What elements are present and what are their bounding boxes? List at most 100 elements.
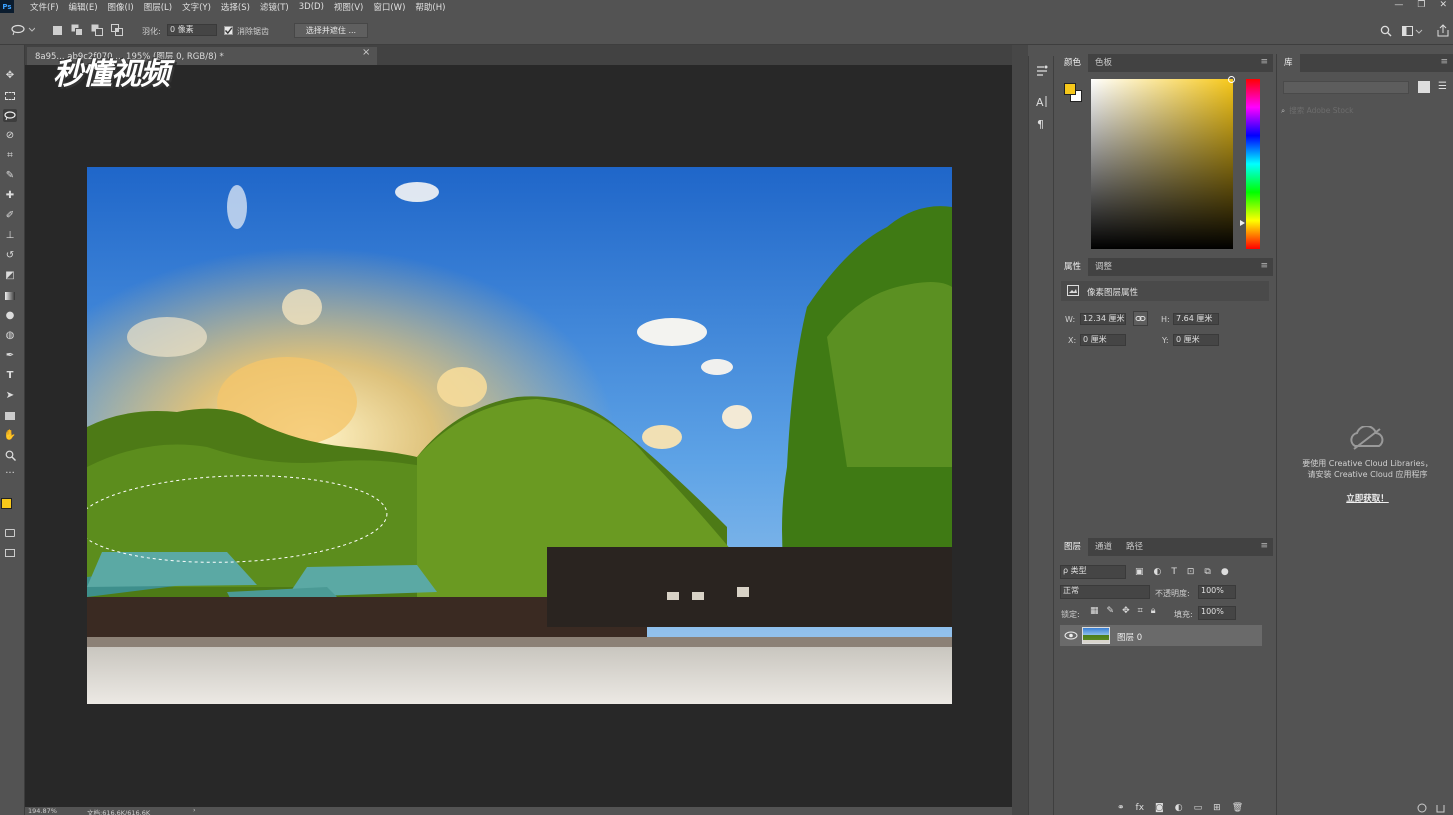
tab-color[interactable]: 颜色 xyxy=(1057,54,1089,72)
tab-adjustments[interactable]: 调整 xyxy=(1088,258,1119,276)
workspace-switcher-icon[interactable] xyxy=(1402,25,1424,37)
grid-view-icon[interactable] xyxy=(1418,81,1430,93)
tab-layers[interactable]: 图层 xyxy=(1057,538,1089,556)
hue-slider-marker-icon[interactable] xyxy=(1240,220,1245,226)
new-group-icon[interactable]: ▭ xyxy=(1194,803,1203,813)
path-selection-tool-icon[interactable]: ➤ xyxy=(3,389,17,402)
layer-row[interactable]: 图层 0 xyxy=(1060,625,1262,646)
intersect-selection-button[interactable] xyxy=(110,23,124,37)
color-field[interactable] xyxy=(1091,76,1235,249)
menu-type[interactable]: 文字(Y) xyxy=(182,1,211,13)
new-selection-button[interactable] xyxy=(51,23,63,37)
menu-edit[interactable]: 编辑(E) xyxy=(69,1,98,13)
libraries-panel-menu-icon[interactable]: ≡ xyxy=(1440,57,1448,67)
stock-search-field[interactable]: ⌕ 搜索 Adobe Stock xyxy=(1281,104,1449,117)
delete-layer-icon[interactable]: 🗑︎ xyxy=(1232,803,1243,813)
menu-3d[interactable]: 3D(D) xyxy=(299,2,324,12)
y-field[interactable]: 0 厘米 xyxy=(1173,334,1219,346)
history-panel-icon[interactable] xyxy=(1035,64,1049,78)
foreground-color-chip[interactable] xyxy=(1064,83,1076,95)
pen-tool-icon[interactable]: ✒ xyxy=(3,349,17,362)
lasso-tool-icon[interactable] xyxy=(3,109,17,122)
x-field[interactable]: 0 厘米 xyxy=(1080,334,1126,346)
properties-panel-menu-icon[interactable]: ≡ xyxy=(1260,261,1268,271)
select-and-mask-button[interactable]: 选择并遮住 ... xyxy=(294,23,368,38)
menu-image[interactable]: 图像(I) xyxy=(108,1,134,13)
layer-filter-select[interactable]: ρ 类型 xyxy=(1060,565,1126,579)
lock-transparency-icon[interactable]: ▦ xyxy=(1090,606,1099,616)
lock-artboard-icon[interactable]: ⌗ xyxy=(1138,606,1143,616)
rectangle-tool-icon[interactable] xyxy=(3,409,17,422)
history-brush-tool-icon[interactable]: ↺ xyxy=(3,249,17,262)
color-panel-menu-icon[interactable]: ≡ xyxy=(1260,57,1268,67)
adjustment-layer-icon[interactable]: ◐ xyxy=(1175,803,1183,813)
close-button[interactable]: ✕ xyxy=(1439,0,1447,10)
eraser-tool-icon[interactable]: ◩ xyxy=(3,269,17,282)
quick-mask-icon[interactable] xyxy=(3,526,17,539)
layers-panel-menu-icon[interactable]: ≡ xyxy=(1260,541,1268,551)
antialias-checkbox[interactable] xyxy=(224,26,233,35)
libraries-footer-icons[interactable] xyxy=(1417,803,1447,813)
lock-position-icon[interactable]: ✥ xyxy=(1122,606,1130,616)
height-field[interactable]: 7.64 厘米 xyxy=(1173,313,1219,325)
crop-tool-icon[interactable]: ⌗ xyxy=(3,149,17,162)
filter-smart-object-icon[interactable]: ⧉ xyxy=(1204,567,1210,577)
document-image[interactable] xyxy=(87,167,952,704)
get-app-link[interactable]: 立即获取！ xyxy=(1285,492,1450,504)
brush-tool-icon[interactable]: ✐ xyxy=(3,209,17,222)
color-picker-handle[interactable] xyxy=(1228,76,1235,83)
list-view-icon[interactable]: ☰ xyxy=(1438,81,1450,93)
add-selection-button[interactable] xyxy=(70,23,84,37)
status-menu-arrow[interactable]: › xyxy=(193,806,196,814)
menu-layer[interactable]: 图层(L) xyxy=(144,1,172,13)
fill-field[interactable]: 100% xyxy=(1198,606,1236,620)
zoom-level[interactable]: 194.87% xyxy=(28,807,57,815)
tab-libraries[interactable]: 库 xyxy=(1277,54,1300,72)
width-field[interactable]: 12.34 厘米 xyxy=(1080,313,1126,325)
menu-file[interactable]: 文件(F) xyxy=(30,1,59,13)
quick-selection-tool-icon[interactable]: ⊘ xyxy=(3,129,17,142)
opacity-field[interactable]: 100% xyxy=(1198,585,1236,599)
restore-button[interactable]: ❐ xyxy=(1417,0,1425,10)
eyedropper-tool-icon[interactable]: ✎ xyxy=(3,169,17,182)
type-tool-icon[interactable]: T xyxy=(3,369,17,382)
menu-window[interactable]: 窗口(W) xyxy=(373,1,405,13)
new-layer-icon[interactable]: ⊞ xyxy=(1213,803,1221,813)
minimize-button[interactable]: — xyxy=(1394,0,1403,10)
gradient-tool-icon[interactable] xyxy=(3,289,17,302)
marquee-tool-icon[interactable] xyxy=(3,89,17,102)
search-icon[interactable] xyxy=(1380,25,1392,37)
lock-pixels-icon[interactable]: ✎ xyxy=(1107,606,1115,616)
filter-shape-icon[interactable]: ⊡ xyxy=(1187,567,1195,577)
canvas-area[interactable]: 秒懂视频 xyxy=(25,57,1012,807)
menu-filter[interactable]: 滤镜(T) xyxy=(260,1,289,13)
library-select[interactable] xyxy=(1283,81,1409,94)
eye-visibility-icon[interactable] xyxy=(1064,631,1078,640)
link-layers-icon[interactable]: ⚭ xyxy=(1117,803,1125,813)
filter-pixel-icon[interactable]: ▣ xyxy=(1135,567,1144,577)
layer-name[interactable]: 图层 0 xyxy=(1117,631,1142,643)
share-icon[interactable] xyxy=(1437,24,1449,37)
tab-paths[interactable]: 路径 xyxy=(1119,538,1150,556)
feather-input[interactable]: 0 像素 xyxy=(167,24,217,36)
document-tab-close-icon[interactable]: × xyxy=(362,47,370,58)
zoom-tool-icon[interactable] xyxy=(3,449,17,462)
hand-tool-icon[interactable]: ✋ xyxy=(3,429,17,442)
blend-mode-select[interactable]: 正常 xyxy=(1060,585,1150,599)
lasso-preset-picker[interactable] xyxy=(8,23,36,37)
paragraph-panel-icon[interactable]: ¶ xyxy=(1035,116,1049,130)
character-panel-icon[interactable]: A xyxy=(1035,94,1049,108)
hue-slider[interactable] xyxy=(1246,79,1260,249)
filter-adjustment-icon[interactable]: ◐ xyxy=(1154,567,1162,577)
tab-swatches[interactable]: 色板 xyxy=(1088,54,1119,72)
blur-tool-icon[interactable]: ● xyxy=(3,309,17,322)
filter-type-icon[interactable]: T xyxy=(1171,567,1177,577)
menu-view[interactable]: 视图(V) xyxy=(334,1,363,13)
add-mask-icon[interactable]: ◙ xyxy=(1155,803,1164,813)
lock-all-icon[interactable]: 🔒︎ xyxy=(1151,606,1156,616)
healing-brush-tool-icon[interactable]: ✚ xyxy=(3,189,17,202)
tab-properties[interactable]: 属性 xyxy=(1057,258,1089,276)
layer-style-icon[interactable]: fx xyxy=(1136,803,1145,813)
filter-toggle-icon[interactable]: ● xyxy=(1221,567,1229,577)
dodge-tool-icon[interactable]: ◍ xyxy=(3,329,17,342)
